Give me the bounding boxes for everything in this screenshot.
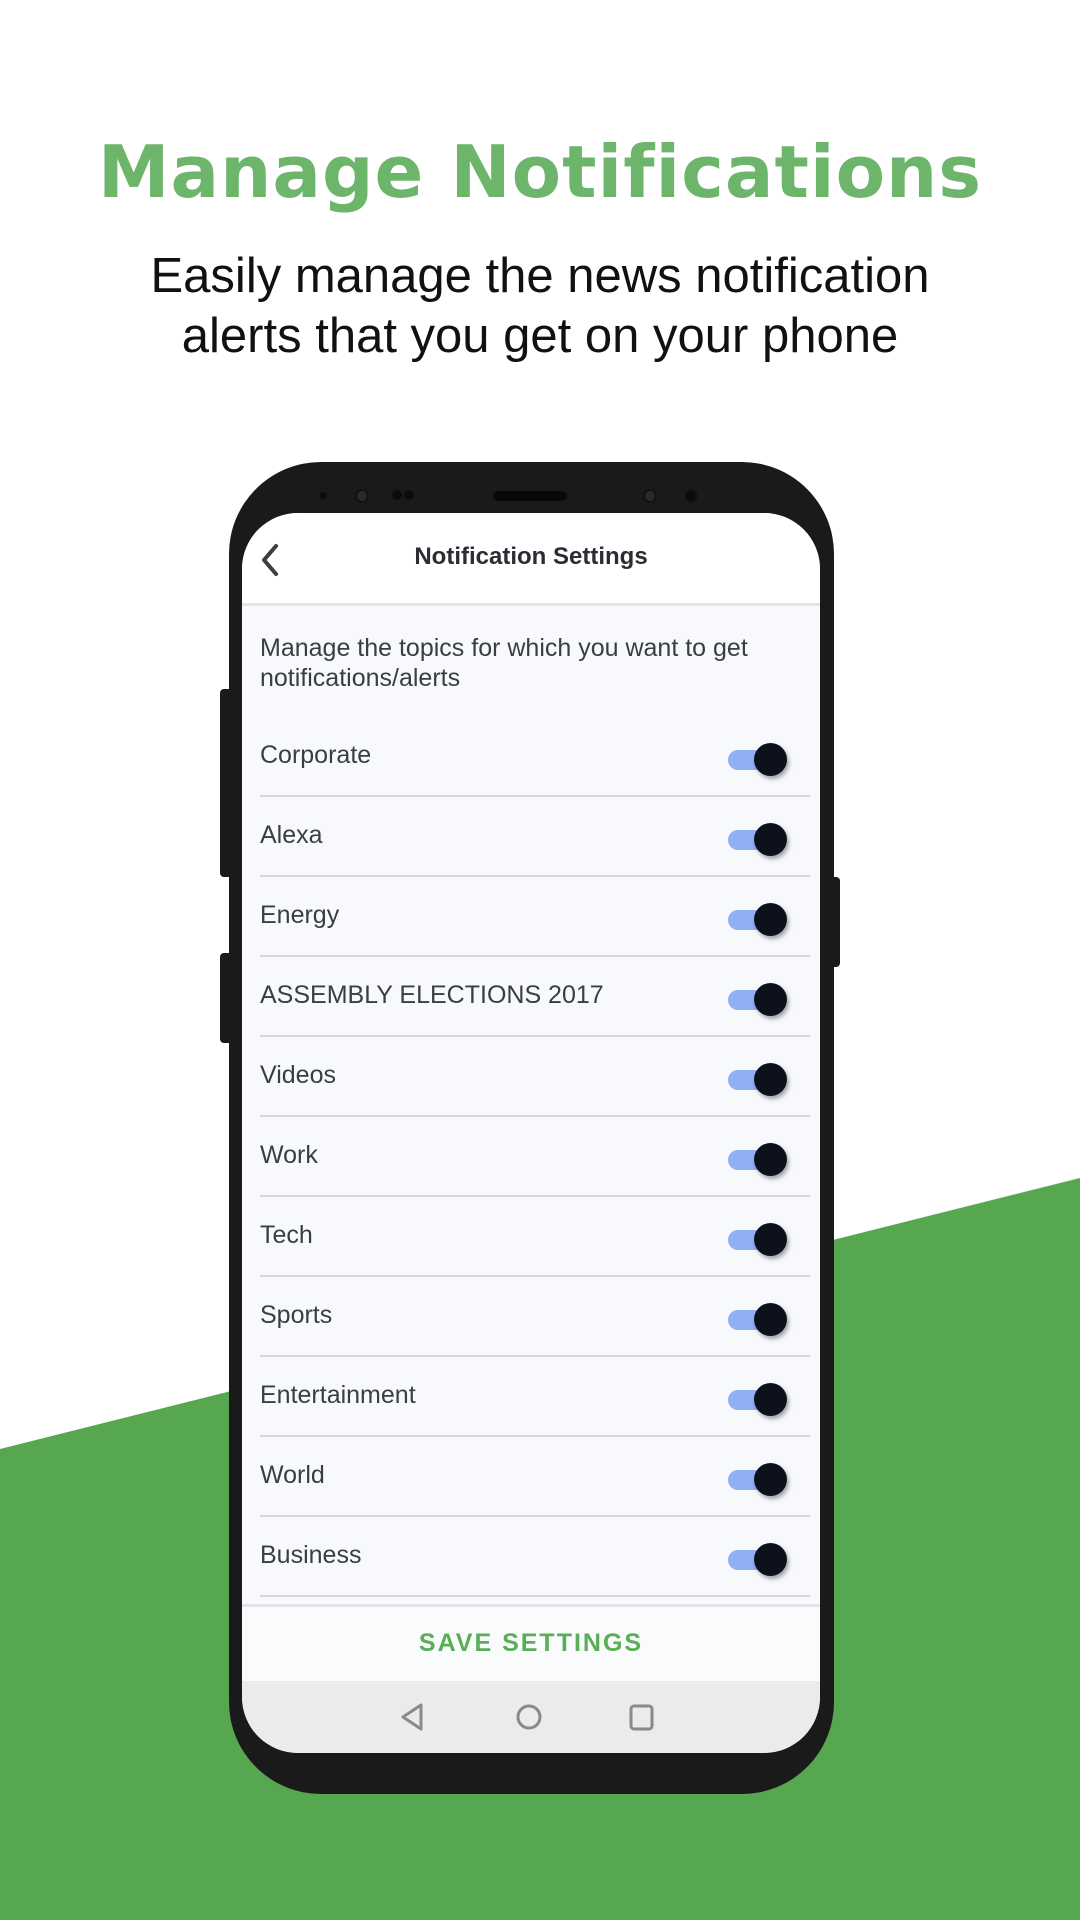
topic-toggle[interactable]	[728, 741, 788, 777]
android-nav-bar	[242, 1681, 820, 1753]
topic-label: Energy	[260, 901, 340, 929]
front-camera	[355, 489, 369, 503]
topic-label: Videos	[260, 1061, 336, 1089]
topic-row: Entertainment	[260, 1357, 810, 1437]
toggle-knob	[754, 1303, 787, 1336]
home-circle-icon[interactable]	[514, 1701, 544, 1733]
earpiece-speaker	[493, 491, 567, 501]
topic-label: Sports	[260, 1301, 333, 1329]
toggle-knob	[754, 1143, 787, 1176]
topic-label: Tech	[260, 1221, 313, 1249]
topic-row: Tech	[260, 1197, 810, 1277]
topic-row: Corporate	[260, 717, 810, 797]
topic-toggle[interactable]	[728, 901, 788, 937]
topic-toggle[interactable]	[728, 981, 788, 1017]
topic-toggle[interactable]	[728, 821, 788, 857]
topic-toggle[interactable]	[728, 1461, 788, 1497]
topic-label: Corporate	[260, 741, 372, 769]
recents-square-icon[interactable]	[626, 1701, 656, 1733]
topic-label: ASSEMBLY ELECTIONS 2017	[260, 981, 604, 1009]
subtitle-line: Easily manage the news notification	[150, 249, 930, 303]
app-header: Notification Settings	[242, 513, 820, 606]
topic-toggle[interactable]	[728, 1141, 788, 1177]
topic-row: Energy	[260, 877, 810, 957]
topic-label: Alexa	[260, 821, 323, 849]
toggle-knob	[754, 1383, 787, 1416]
iris-camera	[643, 489, 657, 503]
save-bar: SAVE SETTINGS	[242, 1604, 820, 1681]
toggle-knob	[754, 1063, 787, 1096]
sensor-dot	[320, 492, 327, 499]
topic-label: Entertainment	[260, 1381, 416, 1409]
headline: Manage Notifications	[97, 130, 983, 214]
topic-row: Business	[260, 1517, 810, 1597]
back-triangle-icon[interactable]	[397, 1701, 427, 1733]
sensor-dot	[685, 490, 697, 502]
phone-frame: Notification Settings Manage the topics …	[229, 462, 834, 1794]
sensor-dot	[404, 490, 414, 500]
save-settings-button[interactable]: SAVE SETTINGS	[242, 1629, 820, 1658]
topic-row: World	[260, 1437, 810, 1517]
topic-row: Alexa	[260, 797, 810, 877]
topic-list: Corporate Alexa Energy ASSEMBLY ELECTION…	[260, 717, 810, 1597]
topic-row: Videos	[260, 1037, 810, 1117]
topic-toggle[interactable]	[728, 1061, 788, 1097]
topic-label: Work	[260, 1141, 318, 1169]
toggle-knob	[754, 903, 787, 936]
toggle-knob	[754, 983, 787, 1016]
topic-row: Work	[260, 1117, 810, 1197]
topic-toggle[interactable]	[728, 1301, 788, 1337]
sensor-dot	[392, 490, 402, 500]
description: Manage the topics for which you want to …	[260, 634, 748, 692]
phone-screen: Notification Settings Manage the topics …	[242, 513, 820, 1753]
toggle-knob	[754, 1543, 787, 1576]
subtitle-line: alerts that you get on your phone	[181, 309, 899, 363]
topic-label: Business	[260, 1541, 362, 1569]
toggle-knob	[754, 1223, 787, 1256]
toggle-knob	[754, 1463, 787, 1496]
topic-toggle[interactable]	[728, 1541, 788, 1577]
topic-toggle[interactable]	[728, 1381, 788, 1417]
topic-row: Sports	[260, 1277, 810, 1357]
toggle-knob	[754, 743, 787, 776]
topic-row: ASSEMBLY ELECTIONS 2017	[260, 957, 810, 1037]
page-title: Notification Settings	[414, 543, 648, 570]
topic-toggle[interactable]	[728, 1221, 788, 1257]
topic-label: World	[260, 1461, 325, 1489]
toggle-knob	[754, 823, 787, 856]
subtitle: Easily manage the news notification aler…	[0, 246, 1080, 366]
